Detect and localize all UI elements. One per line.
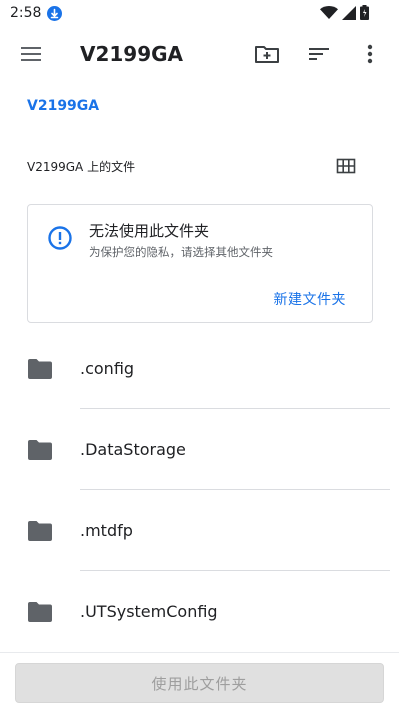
folder-icon: [28, 521, 52, 541]
grid-view-button[interactable]: [334, 154, 358, 178]
battery-icon: [360, 5, 369, 24]
folder-name: .config: [80, 359, 135, 378]
sort-icon: [309, 48, 329, 60]
folder-name: .UTSystemConfig: [80, 602, 218, 621]
signal-icon: [342, 5, 356, 24]
folder-name: .DataStorage: [80, 440, 186, 459]
new-folder-link[interactable]: 新建文件夹: [274, 289, 347, 309]
folder-icon: [28, 602, 52, 622]
status-icons: [320, 5, 369, 24]
sort-button[interactable]: [306, 41, 332, 67]
menu-button[interactable]: [18, 42, 44, 66]
grid-view-icon: [336, 158, 356, 174]
more-options-button[interactable]: [358, 41, 382, 67]
folder-icon: [28, 440, 52, 460]
cannot-use-folder-card: 无法使用此文件夹 为保护您的隐私，请选择其他文件夹 新建文件夹: [27, 204, 373, 323]
card-title: 无法使用此文件夹: [89, 222, 210, 240]
bottom-bar: 使用此文件夹: [0, 652, 399, 709]
section-label: V2199GA 上的文件: [27, 160, 136, 174]
status-time: 2:58: [10, 5, 42, 21]
list-item[interactable]: .DataStorage: [0, 409, 399, 490]
folder-icon: [28, 359, 52, 379]
menu-icon: [21, 47, 41, 61]
breadcrumb[interactable]: V2199GA: [27, 98, 99, 114]
download-icon: [47, 6, 62, 21]
list-item[interactable]: .UTSystemConfig: [0, 571, 399, 652]
screen: 2:58 V2199GA V2199GA V2199GA 上的文件 无法使用此文…: [0, 0, 399, 709]
app-title: V2199GA: [80, 42, 184, 66]
new-folder-button[interactable]: [254, 41, 280, 67]
use-this-folder-button[interactable]: 使用此文件夹: [15, 663, 384, 703]
info-icon: [47, 225, 73, 251]
new-folder-icon: [255, 46, 279, 63]
list-item[interactable]: .mtdfp: [0, 490, 399, 571]
wifi-icon: [320, 5, 338, 24]
status-bar: 2:58: [0, 0, 399, 26]
more-vert-icon: [367, 44, 373, 64]
folder-name: .mtdfp: [80, 521, 133, 540]
card-subtitle: 为保护您的隐私，请选择其他文件夹: [89, 245, 273, 259]
top-app-bar: V2199GA: [0, 26, 399, 82]
list-item[interactable]: .config: [0, 328, 399, 409]
